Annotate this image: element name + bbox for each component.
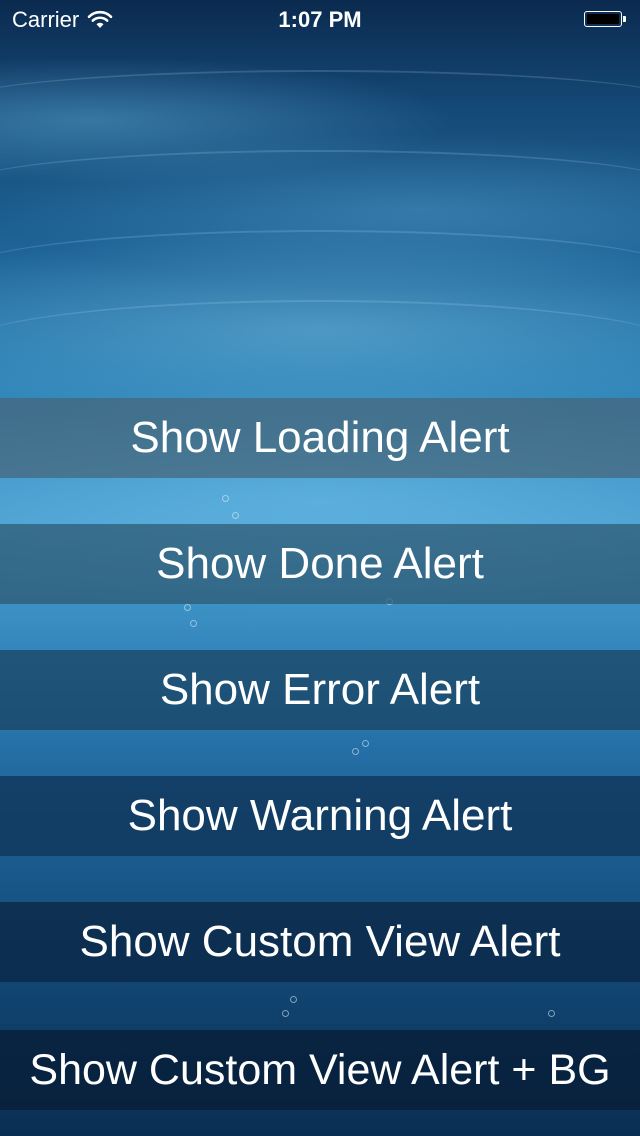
water-ripple — [0, 150, 640, 222]
bubble-decoration — [232, 512, 239, 519]
status-bar: Carrier 1:07 PM — [0, 0, 640, 40]
bubble-decoration — [184, 604, 191, 611]
app-screen: Carrier 1:07 PM Show Loading Alert Show … — [0, 0, 640, 1136]
water-ripple — [0, 70, 640, 132]
show-error-alert-button[interactable]: Show Error Alert — [0, 650, 640, 730]
bubble-decoration — [362, 740, 369, 747]
bubble-decoration — [222, 495, 229, 502]
show-done-alert-button[interactable]: Show Done Alert — [0, 524, 640, 604]
show-loading-alert-button[interactable]: Show Loading Alert — [0, 398, 640, 478]
show-warning-alert-button[interactable]: Show Warning Alert — [0, 776, 640, 856]
bubble-decoration — [352, 748, 359, 755]
show-custom-view-alert-bg-button[interactable]: Show Custom View Alert + BG — [0, 1030, 640, 1110]
status-time: 1:07 PM — [278, 7, 362, 32]
show-custom-view-alert-button[interactable]: Show Custom View Alert — [0, 902, 640, 982]
bubble-decoration — [282, 1010, 289, 1017]
bubble-decoration — [548, 1010, 555, 1017]
battery-icon — [584, 11, 628, 29]
bubble-decoration — [190, 620, 197, 627]
bubble-decoration — [290, 996, 297, 1003]
water-ripple — [0, 300, 640, 392]
